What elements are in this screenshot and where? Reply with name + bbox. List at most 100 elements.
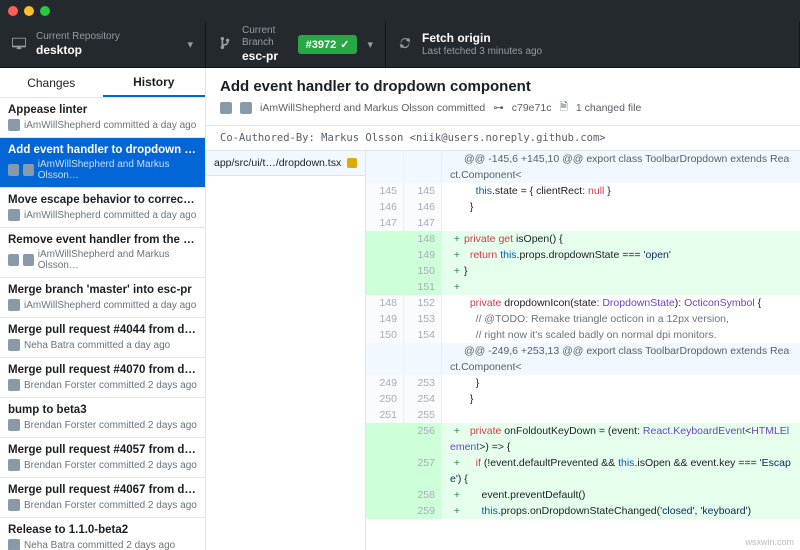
commit-item-meta: Brendan Forster committed 2 days ago [8,379,197,391]
commit-item[interactable]: Merge pull request #4057 from desk… Bren… [0,438,205,478]
line-number-new: 148 [404,231,442,247]
commit-item-meta: iAmWillShepherd and Markus Olsson… [8,159,197,181]
tab-changes[interactable]: Changes [0,68,103,97]
commit-item[interactable]: Merge branch 'master' into esc-pr iAmWil… [0,278,205,318]
avatar [8,379,20,391]
line-number-new: 256 [404,423,442,455]
commit-title: Add event handler to dropdown component [220,78,786,95]
diff-line: 146146 } [366,199,800,215]
commit-item[interactable]: bump to beta3 Brendan Forster committed … [0,398,205,438]
commit-item-title: Merge pull request #4067 from desk… [8,484,197,496]
line-number-old: 147 [366,215,404,231]
commit-item[interactable]: Merge pull request #4067 from desk… Bren… [0,478,205,518]
commit-item[interactable]: Remove event handler from the bran… iAmW… [0,228,205,278]
avatar [8,419,20,431]
commit-item[interactable]: Release to 1.1.0-beta2 Neha Batra commit… [0,518,205,550]
commit-item[interactable]: Appease linter iAmWillShepherd committed… [0,98,205,138]
line-number-new: 254 [404,391,442,407]
commit-item[interactable]: Merge pull request #4044 from des… Neha … [0,318,205,358]
commit-item-meta: iAmWillShepherd and Markus Olsson… [8,249,197,271]
line-number-new: 154 [404,327,442,343]
diff-view[interactable]: @@ -145,6 +145,10 @@ export class Toolba… [366,151,800,550]
commit-item[interactable]: Add event handler to dropdown com… iAmWi… [0,138,205,188]
line-number-old [366,231,404,247]
line-number-old [366,503,404,519]
diff-line: 150+} [366,263,800,279]
line-number-new [404,343,442,375]
commit-item-title: Appease linter [8,104,197,116]
minimize-dot[interactable] [24,6,34,16]
line-number-old [366,487,404,503]
commit-item-meta: Brendan Forster committed 2 days ago [8,499,197,511]
commit-item-title: Move escape behavior to correct co… [8,194,197,206]
coauthor-line: Co-Authored-By: Markus Olsson <niik@user… [206,126,800,151]
computer-icon [12,36,26,53]
diff-line: 259+ this.props.onDropdownStateChanged('… [366,503,800,519]
line-number-new: 149 [404,247,442,263]
maximize-dot[interactable] [40,6,50,16]
diff-line: 251255 [366,407,800,423]
line-number-new: 145 [404,183,442,199]
commit-item-meta: iAmWillShepherd committed a day ago [8,299,197,311]
file-list: app/src/ui/t…/dropdown.tsx [206,151,366,550]
diff-line: 147147 [366,215,800,231]
avatar [23,164,34,176]
commit-item[interactable]: Merge pull request #4070 from desk… Bren… [0,358,205,398]
branch-icon [218,36,232,53]
line-number-old [366,151,404,183]
file-item[interactable]: app/src/ui/t…/dropdown.tsx [206,151,365,176]
line-number-new [404,151,442,183]
branch-selector[interactable]: Current Branch esc-pr #3972 ✓ ▾ [206,22,386,67]
line-number-old: 148 [366,295,404,311]
commit-icon: ⊶ [493,102,504,114]
watermark: wsxwin.com [745,537,794,547]
pr-badge[interactable]: #3972 ✓ [298,35,358,54]
diff-line: 258+ event.preventDefault() [366,487,800,503]
toolbar: Current Repository desktop ▾ Current Bra… [0,22,800,68]
commit-byline: iAmWillShepherd and Markus Olsson commit… [260,102,485,114]
branch-label: Current Branch [242,25,288,49]
fetch-button[interactable]: Fetch origin Last fetched 3 minutes ago [386,22,800,67]
check-icon: ✓ [340,38,349,51]
diff-line: @@ -249,6 +253,13 @@ export class Toolba… [366,343,800,375]
line-number-new: 153 [404,311,442,327]
repo-label: Current Repository [36,31,120,43]
line-number-new: 146 [404,199,442,215]
line-number-new: 152 [404,295,442,311]
diff-line: 150154 // right now it's scaled badly on… [366,327,800,343]
commit-item-title: Merge pull request #4044 from des… [8,324,197,336]
diff-line: @@ -145,6 +145,10 @@ export class Toolba… [366,151,800,183]
line-number-new: 151 [404,279,442,295]
close-dot[interactable] [8,6,18,16]
commit-item-meta: Brendan Forster committed 2 days ago [8,459,197,471]
commit-detail: Add event handler to dropdown component … [206,68,800,550]
line-number-old: 249 [366,375,404,391]
commit-item-meta: iAmWillShepherd committed a day ago [8,209,197,221]
sidebar: Changes History Appease linter iAmWillSh… [0,68,206,550]
line-number-old [366,263,404,279]
commit-sha: c79e71c [512,102,552,114]
avatar [240,102,252,114]
line-number-old [366,279,404,295]
avatar [8,499,20,511]
commit-list[interactable]: Appease linter iAmWillShepherd committed… [0,98,205,550]
avatar [23,254,34,266]
line-number-old [366,343,404,375]
sidebar-tabs: Changes History [0,68,205,98]
avatar [8,339,20,351]
titlebar [0,0,800,22]
tab-history[interactable]: History [103,68,206,97]
diff-line: 249253 } [366,375,800,391]
diff-line: 148+private get isOpen() { [366,231,800,247]
modified-icon [347,158,357,168]
line-number-old [366,247,404,263]
line-number-old [366,455,404,487]
repo-selector[interactable]: Current Repository desktop ▾ [0,22,206,67]
avatar [8,459,20,471]
commit-item[interactable]: Move escape behavior to correct co… iAmW… [0,188,205,228]
diff-line: 148152 private dropdownIcon(state: Dropd… [366,295,800,311]
commit-item-meta: Neha Batra committed 2 days ago [8,539,197,550]
commit-item-meta: Brendan Forster committed 2 days ago [8,419,197,431]
commit-item-title: Release to 1.1.0-beta2 [8,524,197,536]
line-number-old: 149 [366,311,404,327]
